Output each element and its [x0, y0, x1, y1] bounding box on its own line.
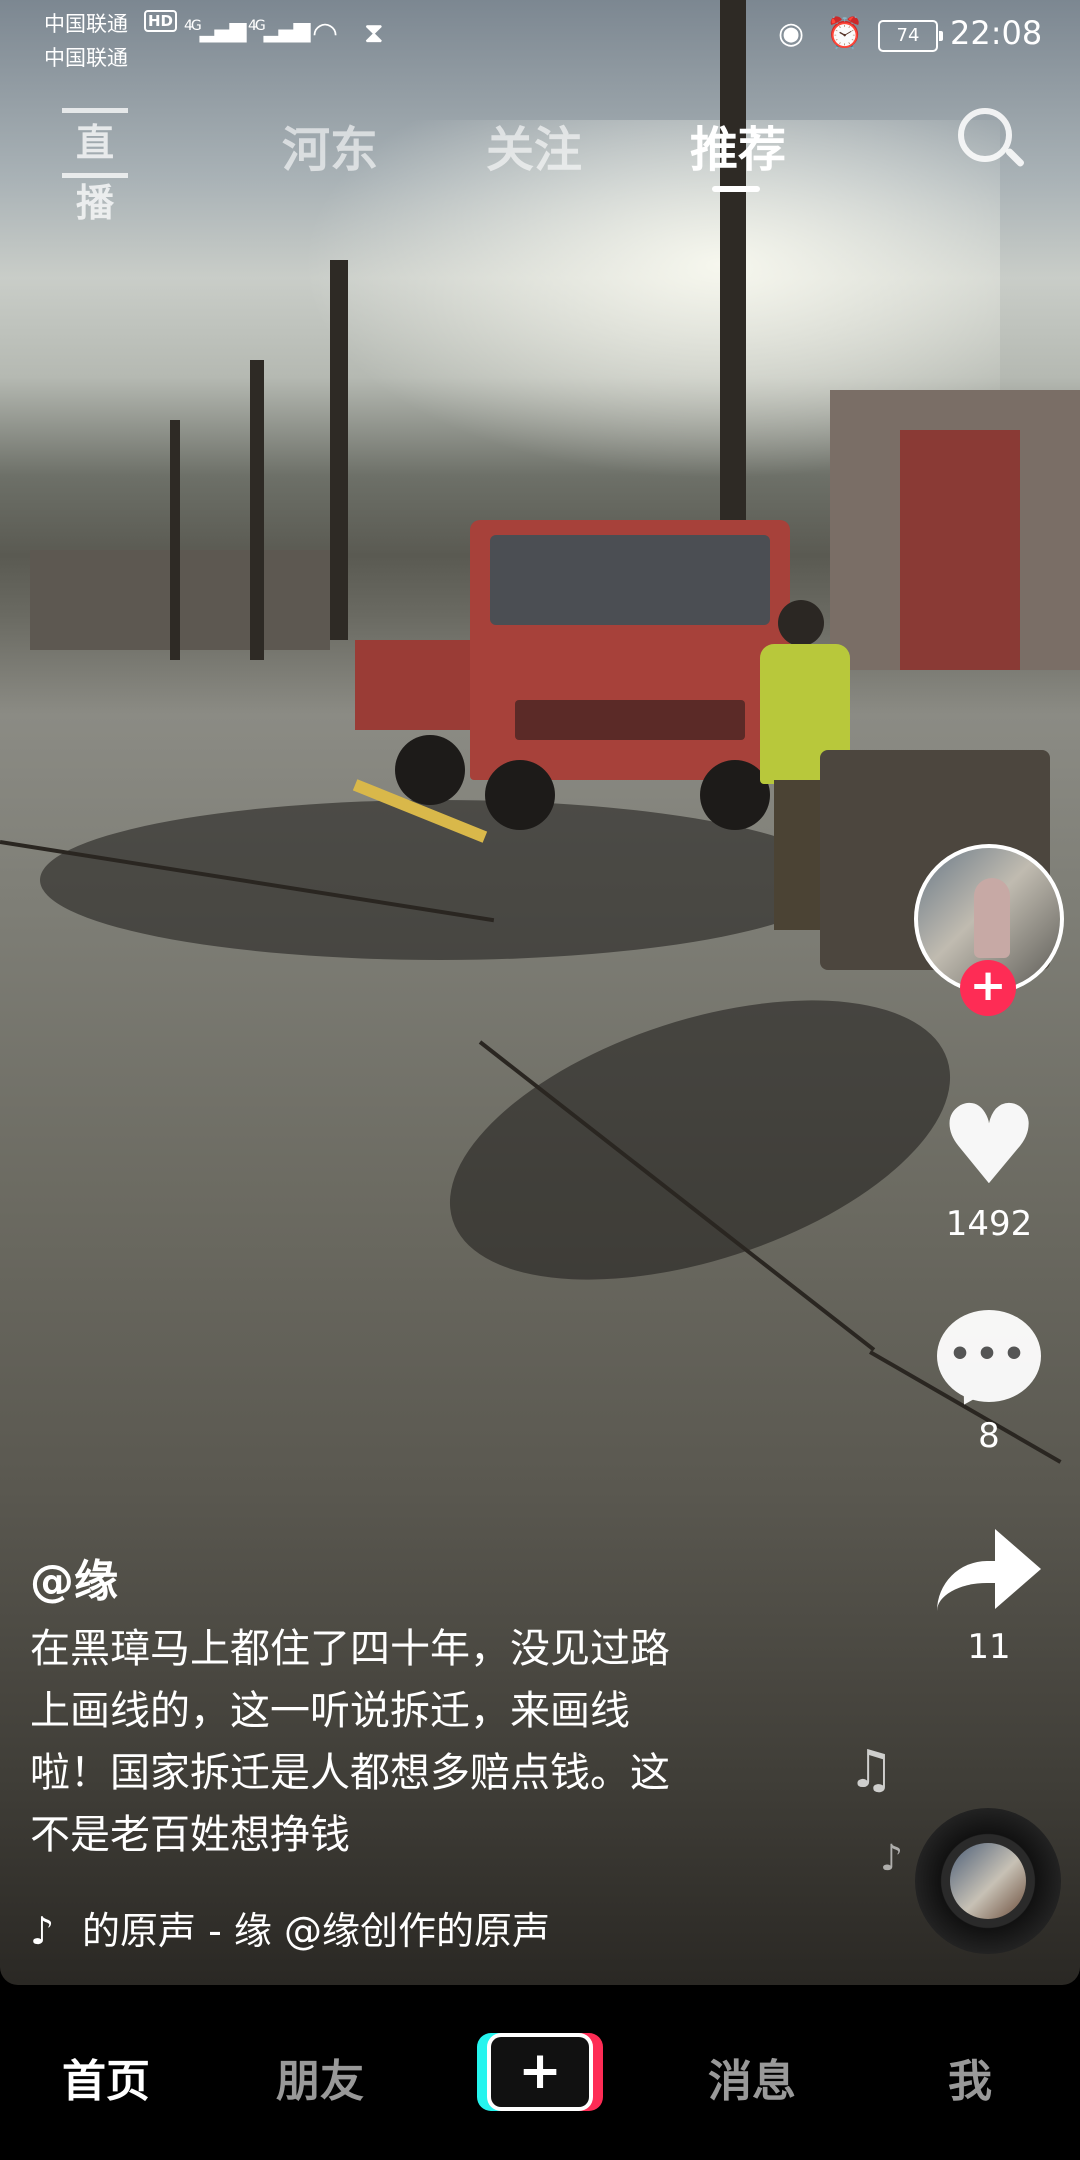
- comment-icon: •••: [937, 1310, 1041, 1402]
- carrier-1: 中国联通: [44, 12, 128, 36]
- tree-trunk: [250, 360, 264, 660]
- active-tab-indicator: [712, 186, 760, 192]
- truck-grill: [515, 700, 745, 740]
- truck-wheel: [395, 735, 465, 805]
- share-count: 11: [967, 1627, 1011, 1667]
- nav-friends[interactable]: 朋友: [276, 2045, 364, 2109]
- author-name[interactable]: @缘: [30, 1545, 118, 1609]
- battery-icon: 74: [878, 20, 943, 52]
- nav-home[interactable]: 首页: [62, 2045, 150, 2109]
- like-count: 1492: [945, 1204, 1033, 1244]
- music-note-icon: ♪: [880, 1838, 903, 1879]
- heart-icon: ♥: [939, 1081, 1039, 1209]
- signal-icon: 4G▂▄▆: [248, 18, 311, 43]
- signal-icon: 4G▂▄▆: [184, 18, 247, 43]
- caption-line: 啦！国家拆迁是人都想多赔点钱。这: [30, 1750, 670, 1796]
- building-far: [30, 550, 330, 650]
- music-disc-icon[interactable]: [915, 1808, 1061, 1954]
- top-nav: 河东 关注 推荐: [0, 100, 1080, 190]
- music-title: 的原声 - 缘 @缘创作的原声: [82, 1909, 550, 1953]
- tab-recommended[interactable]: 推荐: [690, 110, 786, 180]
- share-icon: [937, 1525, 1041, 1615]
- hd-badge: HD: [144, 10, 178, 32]
- tree-trunk: [330, 260, 348, 640]
- truck-wheel: [485, 760, 555, 830]
- clock: 22:08: [950, 14, 1043, 52]
- nav-messages[interactable]: 消息: [708, 2045, 796, 2109]
- truck-window: [490, 535, 770, 625]
- alarm-icon: ⏰: [826, 16, 864, 51]
- carrier-2: 中国联通: [44, 46, 128, 70]
- caption-line: 在黑璋马上都住了四十年，没见过路: [30, 1626, 670, 1672]
- comment-button[interactable]: ••• 8: [930, 1310, 1048, 1456]
- hourglass-icon: ⧗: [364, 16, 384, 49]
- tab-hedong[interactable]: 河东: [282, 110, 378, 180]
- share-button[interactable]: 11: [930, 1525, 1048, 1667]
- tab-following[interactable]: 关注: [486, 110, 582, 180]
- like-button[interactable]: ♥ 1492: [930, 1090, 1048, 1244]
- caption-line: 不是老百姓想挣钱: [30, 1812, 350, 1858]
- tree-trunk: [170, 420, 180, 660]
- worker-shadow: [415, 945, 985, 1335]
- music-note-icon: ♫: [848, 1740, 895, 1800]
- wifi-icon: ◠: [312, 16, 339, 51]
- plus-icon: +: [491, 2037, 589, 2107]
- truck-bed: [355, 640, 485, 730]
- caption-line: 上画线的，这一听说拆迁，来画线: [30, 1688, 630, 1734]
- eye-icon: ◉: [778, 16, 805, 51]
- create-button[interactable]: +: [477, 2033, 603, 2111]
- avatar-person: [974, 878, 1010, 958]
- tiktok-icon: ♪: [30, 1909, 55, 1953]
- red-wall: [900, 430, 1020, 670]
- post-caption[interactable]: 在黑璋马上都住了四十年，没见过路 上画线的，这一听说拆迁，来画线 啦！国家拆迁是…: [30, 1618, 770, 1866]
- nav-me[interactable]: 我: [948, 2045, 992, 2109]
- music-info[interactable]: ♪ 的原声 - 缘 @缘创作的原声: [30, 1900, 590, 1955]
- status-bar: 中国联通 中国联通 HD 4G▂▄▆ 4G▂▄▆ ◠ ⧗ ◉ ⏰ 74 22:0…: [0, 0, 1080, 80]
- comment-count: 8: [978, 1416, 1000, 1456]
- search-icon[interactable]: [958, 108, 1012, 162]
- follow-button[interactable]: +: [960, 960, 1016, 1016]
